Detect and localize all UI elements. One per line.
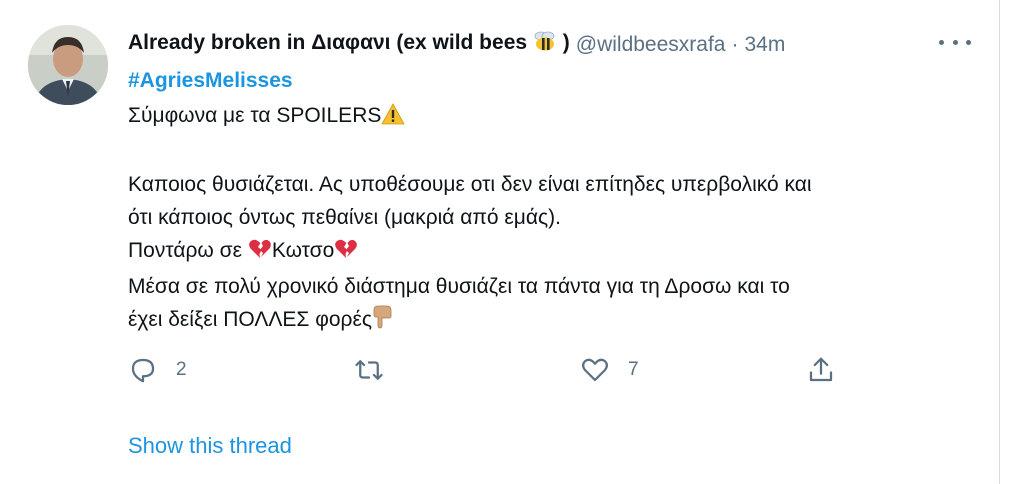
separator-dot: · [731, 32, 739, 56]
display-name-suffix: ) [562, 31, 570, 54]
tweet-text: Σύμφωνα με τα SPOILERS Καποιος θυσιάζετα… [128, 99, 978, 339]
tweet-actions: 2 7 [128, 350, 848, 390]
retweet-button[interactable] [354, 350, 402, 390]
user-handle[interactable]: @wildbeesxrafa [576, 30, 726, 60]
like-count: 7 [628, 359, 639, 380]
tweet-line: ότι κάποιος όντως πεθαίνει (μακριά από ε… [128, 206, 561, 229]
timestamp[interactable]: 34m [744, 30, 785, 60]
more-options-icon[interactable] [939, 30, 971, 54]
tweet-line-text: Ποντάρω σε [128, 239, 248, 262]
reply-count: 2 [176, 359, 187, 380]
share-button[interactable] [806, 350, 836, 390]
avatar[interactable] [28, 25, 108, 105]
tweet-line: Σύμφωνα με τα SPOILERS [128, 99, 978, 135]
reply-button[interactable]: 2 [128, 350, 187, 390]
tweet-line: Καποιος θυσιάζεται. Ας υποθέσουμε οτι δε… [128, 173, 812, 196]
display-name[interactable]: Already broken in Διαφανι (ex wild bees … [128, 28, 570, 61]
broken-heart-icon [334, 237, 358, 270]
reply-icon [131, 358, 155, 383]
tweet-line-text: Κωτσο [271, 239, 335, 262]
tweet-line-text: έχει δείξει ΠΟΛΛΕΣ φορές [128, 308, 372, 331]
pointing-down-hand-icon [372, 305, 394, 339]
tweet-card[interactable]: Already broken in Διαφανι (ex wild bees … [0, 0, 1000, 484]
warning-icon [381, 102, 406, 135]
share-icon [809, 357, 833, 382]
hashtag-link[interactable]: #AgriesMelisses [128, 66, 293, 96]
tweet-line: έχει δείξει ΠΟΛΛΕΣ φορές [128, 303, 978, 339]
display-name-text: Already broken in Διαφανι (ex wild bees [128, 31, 528, 54]
like-button[interactable]: 7 [580, 350, 639, 390]
tweet-line-text: Σύμφωνα με τα SPOILERS [128, 104, 382, 127]
show-thread-link[interactable]: Show this thread [128, 431, 292, 461]
tweet-line [128, 135, 978, 168]
tweet-line: Μέσα σε πολύ χρονικό διάστημα θυσιάζει τ… [128, 275, 790, 298]
tweet-header: Already broken in Διαφανι (ex wild bees … [128, 28, 939, 61]
bee-icon [533, 30, 557, 61]
avatar-photo [28, 25, 108, 105]
retweet-icon [355, 360, 383, 380]
tweet-line: Ποντάρω σε Κωτσο [128, 234, 978, 270]
broken-heart-icon [248, 237, 272, 270]
heart-icon [582, 358, 608, 382]
